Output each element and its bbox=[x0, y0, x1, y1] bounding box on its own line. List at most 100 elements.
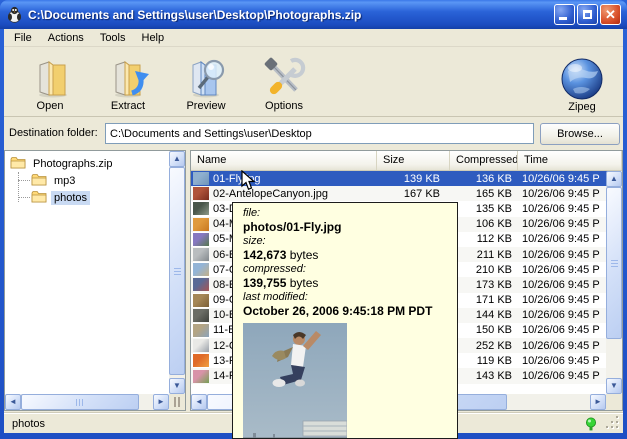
file-time-cell: 10/26/06 9:45 P bbox=[518, 355, 608, 367]
file-compressed-cell: 165 KB bbox=[450, 188, 518, 200]
file-compressed-cell: 211 KB bbox=[450, 249, 518, 261]
file-compressed-cell: 136 KB bbox=[450, 173, 518, 185]
menu-item-file[interactable]: File bbox=[6, 31, 40, 45]
crossed-tools-icon bbox=[262, 56, 306, 100]
file-name: 02-AntelopeCanyon.jpg bbox=[213, 188, 328, 200]
tree-vscroll-track[interactable] bbox=[169, 167, 185, 380]
file-time-cell: 10/26/06 9:45 P bbox=[518, 188, 608, 200]
tree-hscroll-track[interactable] bbox=[21, 394, 153, 410]
file-thumbnail-icon bbox=[193, 233, 209, 246]
file-time-cell: 10/26/06 9:45 P bbox=[518, 340, 608, 352]
column-header-name[interactable]: Name bbox=[191, 151, 377, 170]
list-scroll-right-icon[interactable]: ► bbox=[590, 394, 606, 410]
green-light-icon bbox=[585, 417, 597, 435]
destination-folder-input[interactable] bbox=[105, 123, 534, 144]
file-thumbnail-icon bbox=[193, 370, 209, 383]
tree-root-label: Photographs.zip bbox=[30, 157, 116, 171]
column-header-size[interactable]: Size bbox=[377, 151, 450, 170]
file-thumbnail-icon bbox=[193, 339, 209, 352]
tooltip-modified-value: October 26, 2006 9:45:18 PM PDT bbox=[243, 304, 457, 319]
file-compressed-cell: 144 KB bbox=[450, 309, 518, 321]
toolbar-button-label: Open bbox=[37, 100, 64, 112]
list-scroll-left-icon[interactable]: ◄ bbox=[191, 394, 207, 410]
list-scroll-up-icon[interactable]: ▲ bbox=[606, 171, 622, 187]
column-header-compressed[interactable]: Compressed bbox=[450, 151, 518, 170]
tooltip-file-value: photos/01-Fly.jpg bbox=[243, 220, 457, 235]
folder-icon bbox=[31, 173, 47, 189]
menu-item-help[interactable]: Help bbox=[134, 31, 173, 45]
file-name-cell: 01-Fly.jpg bbox=[191, 172, 377, 185]
tooltip-compressed-label: compressed: bbox=[243, 263, 457, 276]
panel-splitter[interactable] bbox=[169, 394, 185, 410]
file-compressed-cell: 119 KB bbox=[450, 355, 518, 367]
minimize-icon[interactable] bbox=[554, 4, 575, 25]
tree-scroll-up-icon[interactable]: ▲ bbox=[169, 151, 185, 167]
file-compressed-cell: 252 KB bbox=[450, 340, 518, 352]
file-time-cell: 10/26/06 9:45 P bbox=[518, 370, 608, 382]
tree-vscroll-thumb[interactable] bbox=[169, 167, 185, 375]
tooltip-size-label: size: bbox=[243, 235, 457, 248]
toolbar-button-zipeg[interactable]: Zipeg bbox=[547, 47, 617, 117]
file-thumbnail-icon bbox=[193, 324, 209, 337]
column-header-time[interactable]: Time bbox=[518, 151, 622, 170]
file-compressed-cell: 173 KB bbox=[450, 279, 518, 291]
toolbar-button-label: Preview bbox=[186, 100, 225, 112]
file-compressed-cell: 210 KB bbox=[450, 264, 518, 276]
menu-item-tools[interactable]: Tools bbox=[92, 31, 134, 45]
file-thumbnail-icon bbox=[193, 218, 209, 231]
file-thumbnail-icon bbox=[193, 172, 209, 185]
list-vscroll-thumb[interactable] bbox=[606, 187, 622, 339]
toolbar-button-extract[interactable]: Extract bbox=[96, 47, 160, 116]
toolbar-button-label: Options bbox=[265, 100, 303, 112]
file-thumbnail-icon bbox=[193, 202, 209, 215]
tooltip-size-value: 142,673 bytes bbox=[243, 248, 457, 263]
jumping-person-photo bbox=[243, 323, 347, 438]
maximize-icon[interactable] bbox=[577, 4, 598, 25]
list-scroll-down-icon[interactable]: ▼ bbox=[606, 378, 622, 394]
tree-hscroll-thumb[interactable] bbox=[21, 394, 139, 410]
tooltip-compressed-value: 139,755 bytes bbox=[243, 276, 457, 291]
file-time-cell: 10/26/06 9:45 P bbox=[518, 294, 608, 306]
tree-item-photos[interactable]: photos bbox=[5, 189, 169, 206]
file-time-cell: 10/26/06 9:45 P bbox=[518, 279, 608, 291]
close-icon[interactable]: ✕ bbox=[600, 4, 621, 25]
file-compressed-cell: 171 KB bbox=[450, 294, 518, 306]
toolbar: Open Extract Preview Options Zipeg bbox=[4, 47, 623, 117]
file-info-tooltip: file: photos/01-Fly.jpg size: 142,673 by… bbox=[232, 202, 458, 439]
file-size-cell: 139 KB bbox=[377, 173, 450, 185]
title-bar[interactable]: C:\Documents and Settings\user\Desktop\P… bbox=[0, 0, 627, 29]
file-thumbnail-icon bbox=[193, 187, 209, 200]
destination-label: Destination folder: bbox=[9, 127, 98, 139]
status-text: photos bbox=[12, 418, 45, 430]
toolbar-button-preview[interactable]: Preview bbox=[174, 47, 238, 116]
file-compressed-cell: 135 KB bbox=[450, 203, 518, 215]
toolbar-button-open[interactable]: Open bbox=[18, 47, 82, 116]
file-time-cell: 10/26/06 9:45 P bbox=[518, 203, 608, 215]
tree-scroll-right-icon[interactable]: ► bbox=[153, 394, 169, 410]
tree-item-mp3[interactable]: mp3 bbox=[5, 172, 169, 189]
file-compressed-cell: 150 KB bbox=[450, 324, 518, 336]
file-thumbnail-icon bbox=[193, 309, 209, 322]
tree-scroll-down-icon[interactable]: ▼ bbox=[169, 378, 185, 394]
file-thumbnail-icon bbox=[193, 263, 209, 276]
destination-bar: Destination folder: Browse... bbox=[4, 117, 623, 150]
menu-item-actions[interactable]: Actions bbox=[40, 31, 92, 45]
tree-item-root[interactable]: Photographs.zip bbox=[5, 155, 169, 172]
tree-connector bbox=[18, 180, 30, 181]
list-vscroll-track[interactable] bbox=[606, 187, 622, 380]
toolbar-button-options[interactable]: Options bbox=[252, 47, 316, 116]
file-compressed-cell: 112 KB bbox=[450, 233, 518, 245]
mouse-cursor-icon bbox=[241, 170, 255, 194]
file-name-cell: 02-AntelopeCanyon.jpg bbox=[191, 187, 377, 200]
toolbar-button-label: Zipeg bbox=[568, 101, 596, 113]
open-folder-icon bbox=[28, 56, 72, 100]
window-title: C:\Documents and Settings\user\Desktop\P… bbox=[28, 8, 554, 22]
globe-icon bbox=[559, 57, 605, 101]
file-time-cell: 10/26/06 9:45 P bbox=[518, 309, 608, 321]
tree-scroll-left-icon[interactable]: ◄ bbox=[5, 394, 21, 410]
file-time-cell: 10/26/06 9:45 P bbox=[518, 173, 608, 185]
column-header-row: NameSizeCompressedTime bbox=[191, 151, 622, 171]
browse-button[interactable]: Browse... bbox=[540, 123, 620, 145]
file-thumbnail-icon bbox=[193, 294, 209, 307]
resize-grip[interactable] bbox=[607, 417, 620, 430]
